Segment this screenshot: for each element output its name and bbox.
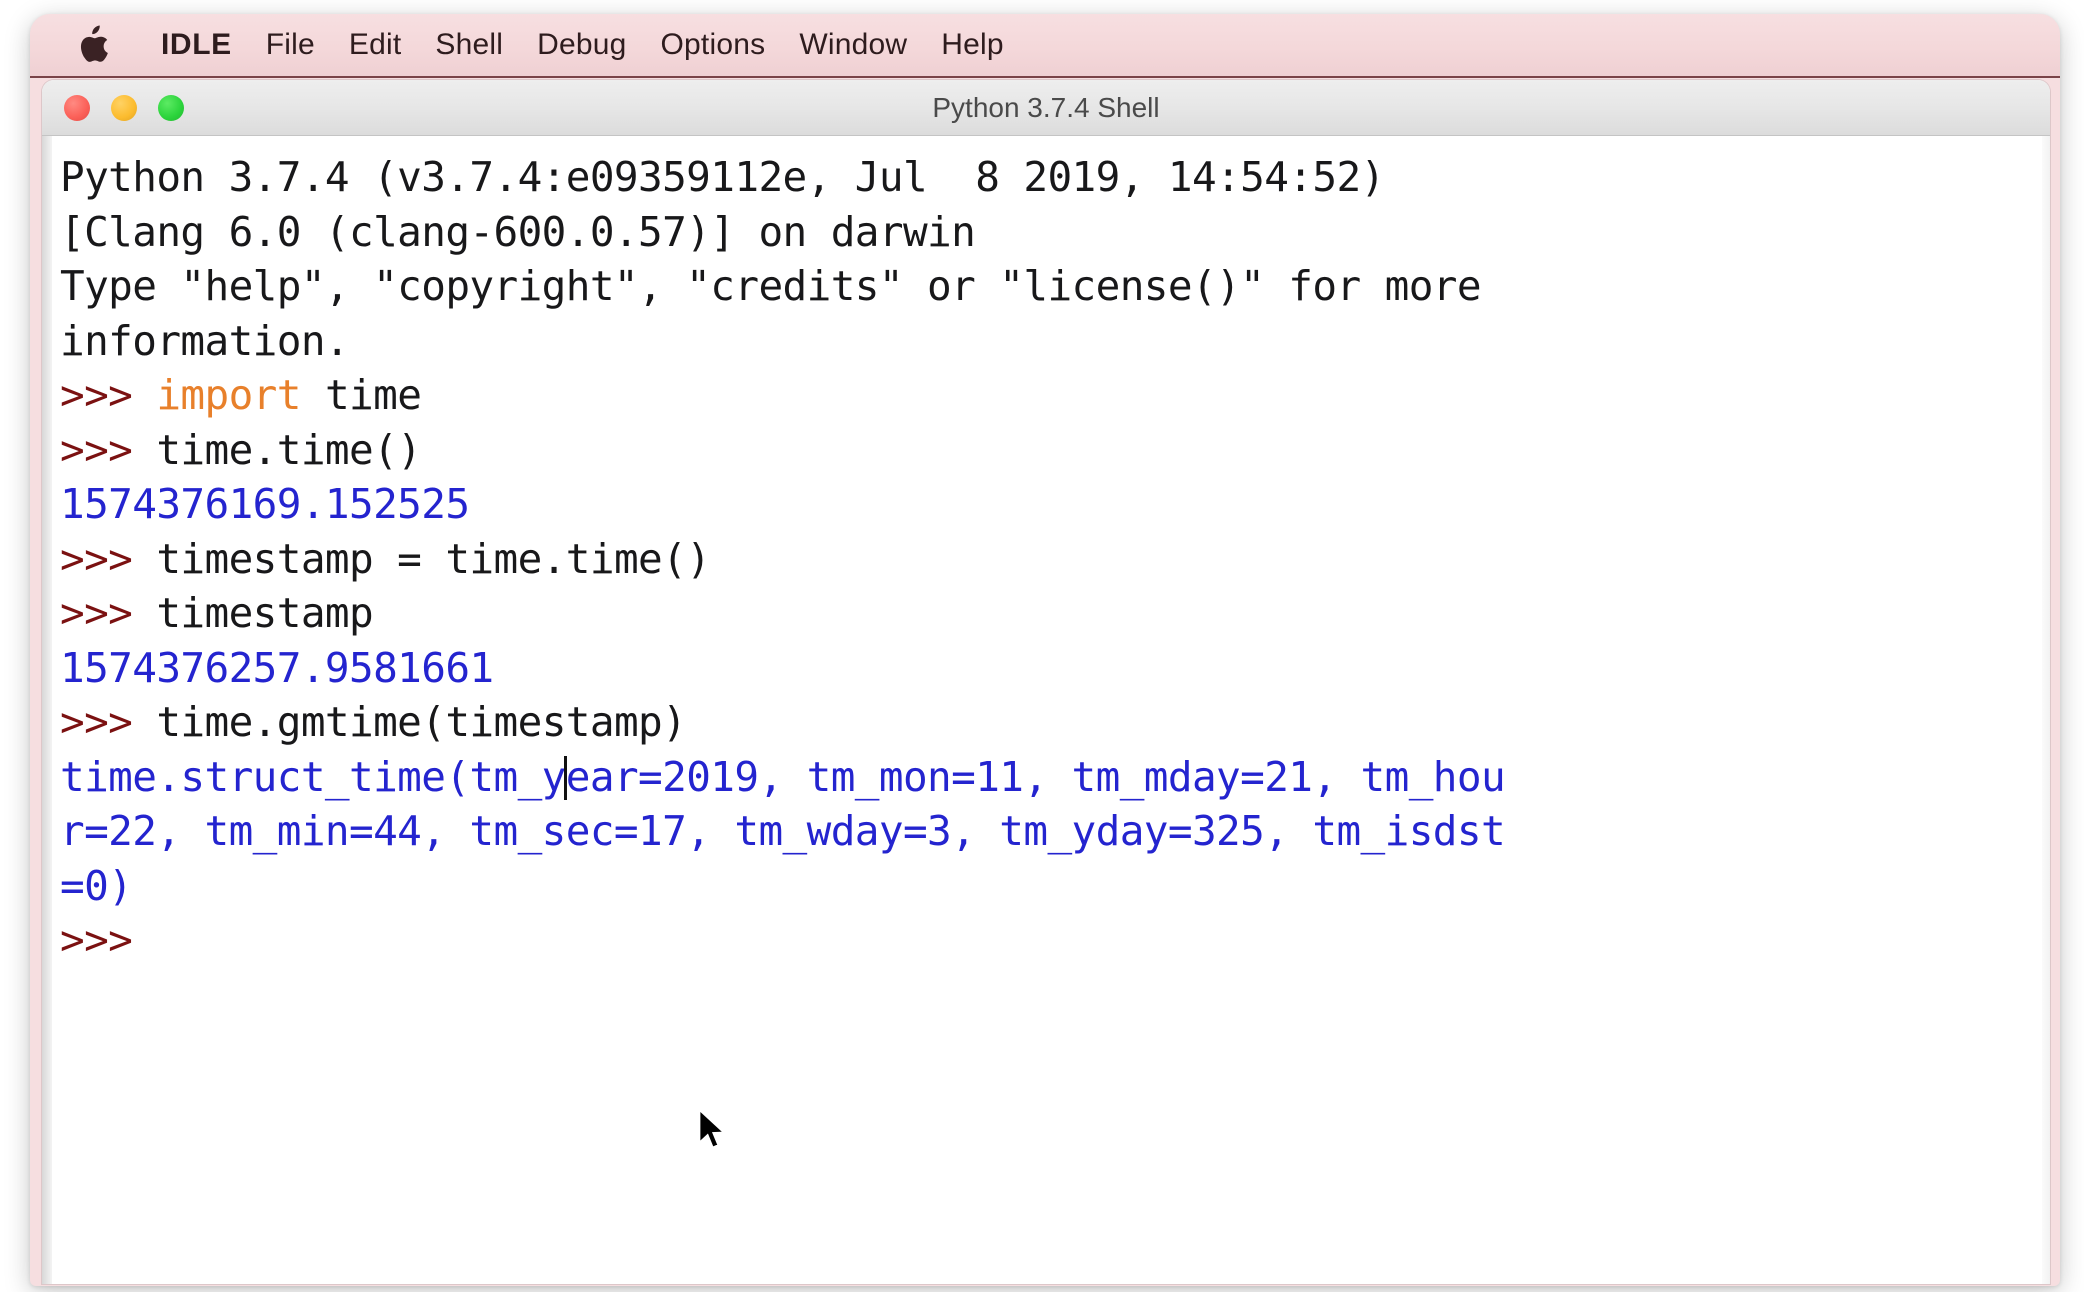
minimize-button[interactable] — [111, 94, 137, 121]
shell-line: Python 3.7.4 (v3.7.4:e09359112e, Jul 8 2… — [60, 150, 2050, 205]
macos-menu-bar: IDLE File Edit Shell Debug Options Windo… — [30, 14, 2060, 78]
shell-token-plain: time.time() — [156, 425, 422, 474]
shell-token-plain: information. — [60, 316, 350, 365]
shell-token-plain: time.gmtime(timestamp) — [156, 698, 687, 746]
shell-token-output: r=22, tm_min=44, tm_sec=17, tm_wday=3, t… — [60, 807, 1506, 855]
shell-line: >>> — [60, 913, 2050, 968]
shell-line: >>> timestamp = time.time() — [60, 532, 2050, 587]
apple-logo-icon[interactable] — [76, 25, 110, 65]
shell-line: >>> timestamp — [60, 586, 2050, 641]
shell-output-text-area[interactable]: Python 3.7.4 (v3.7.4:e09359112e, Jul 8 2… — [52, 136, 2050, 1284]
menu-item-window[interactable]: Window — [782, 25, 924, 65]
shell-token-plain: time — [300, 371, 422, 419]
shell-token-plain: Python 3.7.4 (v3.7.4:e09359112e, Jul 8 2… — [60, 153, 1385, 201]
python-shell-window: Python 3.7.4 Shell Python 3.7.4 (v3.7.4:… — [42, 80, 2050, 1284]
shell-token-plain: Type "help", "copyright", "credits" or "… — [60, 262, 1482, 310]
menu-item-help[interactable]: Help — [924, 25, 1021, 65]
shell-line: >>> time.gmtime(timestamp) — [60, 695, 2050, 750]
shell-token-prompt: >>> — [60, 698, 157, 746]
menu-item-shell[interactable]: Shell — [418, 25, 520, 65]
window-title-bar[interactable]: Python 3.7.4 Shell — [42, 80, 2050, 136]
menu-item-file[interactable]: File — [249, 25, 332, 65]
menu-item-idle[interactable]: IDLE — [144, 25, 249, 65]
idle-application-window: IDLE File Edit Shell Debug Options Windo… — [30, 14, 2060, 1286]
vertical-scrollbar[interactable] — [2042, 136, 2050, 1284]
shell-line: 1574376169.152525 — [60, 477, 2050, 532]
shell-line: information. — [60, 314, 2050, 369]
shell-token-output: =0) — [60, 861, 133, 910]
shell-line: [Clang 6.0 (clang-600.0.57)] on darwin — [60, 205, 2050, 260]
shell-line: r=22, tm_min=44, tm_sec=17, tm_wday=3, t… — [60, 804, 2050, 859]
shell-line: >>> time.time() — [60, 423, 2050, 478]
shell-token-output: 1574376169.152525 — [60, 480, 470, 528]
shell-token-plain: timestamp = time.time() — [156, 534, 711, 583]
shell-token-plain: [Clang 6.0 (clang-600.0.57)] on darwin — [60, 207, 976, 256]
shell-line: 1574376257.9581661 — [60, 641, 2050, 696]
window-title: Python 3.7.4 Shell — [932, 91, 1160, 123]
shell-token-output: time.struct_time(tm_y — [60, 752, 566, 801]
close-button[interactable] — [64, 94, 90, 121]
menu-item-options[interactable]: Options — [644, 25, 783, 65]
screen: IDLE File Edit Shell Debug Options Windo… — [0, 0, 2084, 1292]
shell-body: Python 3.7.4 (v3.7.4:e09359112e, Jul 8 2… — [42, 136, 2050, 1284]
menu-item-edit[interactable]: Edit — [332, 25, 419, 65]
shell-line: Type "help", "copyright", "credits" or "… — [60, 259, 2050, 314]
shell-token-plain: timestamp — [156, 589, 374, 637]
shell-line: time.struct_time(tm_year=2019, tm_mon=11… — [60, 750, 2050, 805]
shell-token-prompt: >>> — [60, 589, 157, 637]
left-gutter — [42, 136, 52, 1284]
shell-token-output: 1574376257.9581661 — [60, 643, 494, 692]
maximize-button[interactable] — [158, 94, 184, 121]
shell-token-prompt: >>> — [60, 425, 157, 474]
shell-token-prompt: >>> — [60, 371, 157, 419]
menu-item-debug[interactable]: Debug — [520, 25, 643, 65]
traffic-light-controls — [64, 94, 184, 121]
shell-line: =0) — [60, 859, 2050, 914]
shell-token-keyword: import — [156, 371, 301, 419]
shell-token-prompt: >>> — [60, 534, 157, 583]
shell-line: >>> import time — [60, 368, 2050, 423]
shell-token-prompt: >>> — [60, 916, 133, 964]
shell-token-output: ear=2019, tm_mon=11, tm_mday=21, tm_hou — [565, 752, 1506, 801]
